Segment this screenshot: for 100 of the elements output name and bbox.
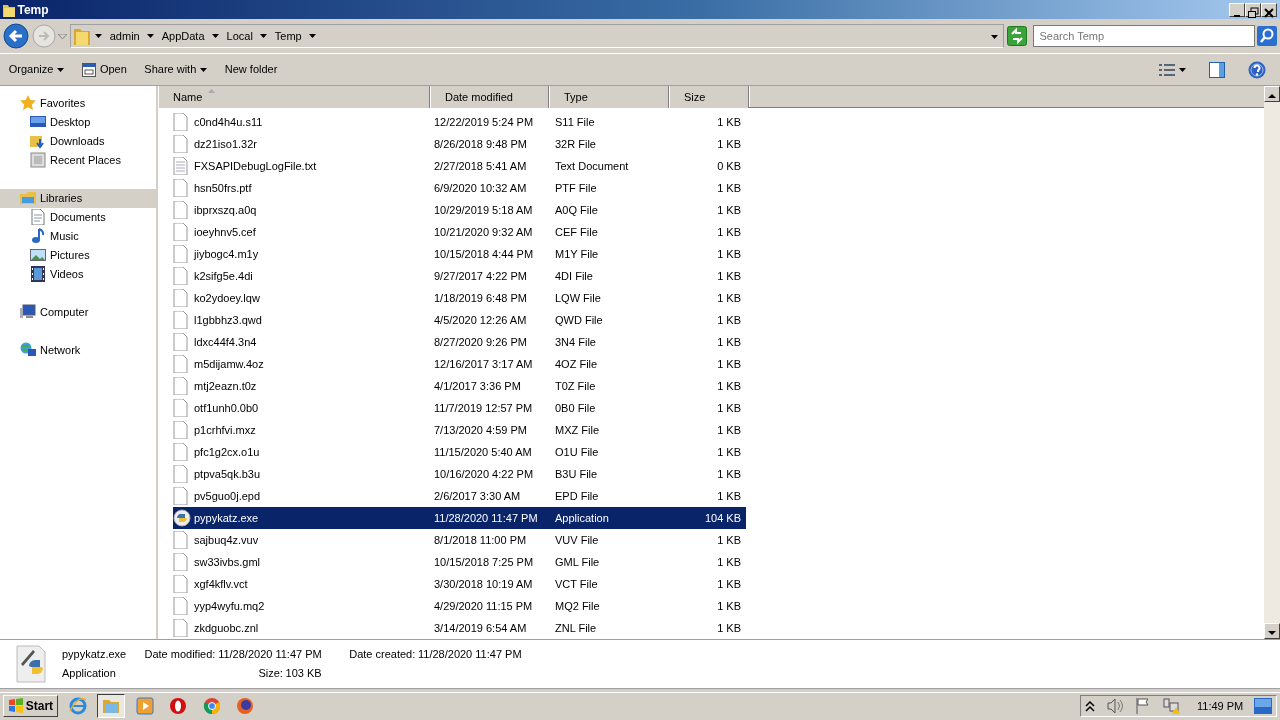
refresh-button[interactable] [1007, 26, 1027, 46]
show-desktop-button[interactable] [1254, 698, 1273, 715]
speaker-icon [1106, 697, 1125, 716]
file-row[interactable]: pypykatz.exe 11/28/2020 11:47 PM Application 104 KB [173, 506, 746, 529]
file-row[interactable]: otf1unh0.0b0 11/7/2019 12:57 PM 0B0 File 1 KB [173, 396, 746, 419]
back-button[interactable] [2, 23, 29, 49]
file-icon [173, 244, 191, 263]
file-row[interactable]: c0nd4h4u.s11 12/22/2019 5:24 PM S11 File 1 KB [173, 110, 746, 133]
toolbar-button[interactable]: New folder [218, 59, 284, 80]
file-icon [173, 200, 191, 219]
address-bar[interactable]: admin AppData Local Temp [70, 24, 1005, 48]
breadcrumb-item[interactable]: Temp [272, 27, 304, 45]
search-field[interactable]: Search Temp [1032, 25, 1255, 47]
field-label: Date modified: [144, 647, 216, 663]
restore-icon [1246, 6, 1261, 21]
file-row[interactable]: hsn50frs.ptf 6/9/2020 10:32 AM PTF File 1 KB [173, 176, 746, 199]
pane-icon [1208, 61, 1225, 78]
file-row[interactable]: pv5guo0j.epd 2/6/2017 3:30 AM EPD File 1 KB [173, 484, 746, 507]
tray-button[interactable] [1085, 700, 1096, 712]
file-row[interactable]: l1gbbhz3.qwd 4/5/2020 12:26 AM QWD File 1 KB [173, 308, 746, 331]
restore-button[interactable] [1245, 2, 1262, 17]
sidebar-item[interactable]: Recent Places [0, 151, 156, 170]
menu-button[interactable]: Share with [138, 59, 214, 80]
file-row[interactable]: sajbuq4z.vuv 8/1/2018 11:00 PM VUV File 1 KB [173, 528, 746, 551]
file-row[interactable]: ibprxszq.a0q 10/29/2019 5:18 AM A0Q File 1 KB [173, 198, 746, 221]
scroll-down-button[interactable] [1264, 623, 1280, 639]
minimize-button[interactable] [1229, 2, 1246, 17]
folder-icon [73, 27, 90, 45]
close-button[interactable] [1261, 2, 1278, 17]
scroll-up-button[interactable] [1264, 86, 1280, 102]
file-row[interactable]: sw33ivbs.gml 10/15/2018 7:25 PM GML File 1 KB [173, 550, 746, 573]
menu-button[interactable]: Organize [2, 59, 71, 80]
sidebar-item[interactable]: Libraries [0, 189, 156, 208]
sidebar-item[interactable]: Computer [0, 303, 156, 322]
breadcrumb-item[interactable]: admin [107, 27, 142, 45]
file-row[interactable]: xgf4kflv.vct 3/30/2018 10:19 AM VCT File 1 KB [173, 572, 746, 595]
file-name: hsn50frs.ptf [194, 180, 252, 196]
sidebar-item[interactable]: Desktop [0, 113, 156, 132]
table-cell-text: 1 KB [716, 180, 742, 196]
table-cell-text: MXZ File [554, 422, 600, 438]
file-row[interactable]: ptpva5qk.b3u 10/16/2020 4:22 PM B3U File 1 KB [173, 462, 746, 485]
file-row[interactable]: m5dijamw.4oz 12/16/2017 3:17 AM 4OZ File 1 KB [173, 352, 746, 375]
column-header[interactable]: Date modified [430, 86, 549, 108]
field-label: Date created: [349, 646, 416, 662]
table-cell-text: 1 KB [716, 444, 742, 460]
file-type: Application [62, 666, 117, 682]
file-row[interactable]: mtj2eazn.t0z 4/1/2017 3:36 PM T0Z File 1 KB [173, 374, 746, 397]
table-cell-text: LQW File [554, 290, 602, 306]
table-cell-text: A0Q File [554, 202, 599, 218]
chevron-up-icon [1085, 700, 1096, 712]
file-row[interactable]: jiybogc4.m1y 10/15/2018 4:44 PM M1Y File 1 KB [173, 242, 746, 265]
pictures-icon [30, 247, 46, 263]
computer-icon [20, 304, 36, 320]
file-name: c0nd4h4u.s11 [194, 114, 263, 130]
table-cell-text: 1 KB [716, 466, 742, 482]
table-cell-text: 9/27/2017 4:22 PM [433, 268, 528, 284]
column-header[interactable]: Type [549, 86, 669, 108]
caret-icon [1178, 67, 1186, 72]
sidebar-item[interactable]: Documents [0, 208, 156, 227]
sidebar-item[interactable]: Network [0, 341, 156, 360]
file-icon [173, 178, 191, 197]
sidebar-item[interactable]: Favorites [0, 94, 156, 113]
table-cell-text: 1 KB [716, 224, 742, 240]
search-button[interactable] [1257, 26, 1278, 46]
scrollbar[interactable] [1264, 86, 1280, 639]
file-row[interactable]: ko2ydoey.lqw 1/18/2019 6:48 PM LQW File 1 KB [173, 286, 746, 309]
taskbar-button[interactable] [97, 694, 126, 719]
star-icon [20, 95, 36, 111]
table-cell-text: 10/15/2018 4:44 PM [433, 246, 535, 262]
breadcrumb-item[interactable]: Local [224, 27, 255, 45]
field-value: 103 KB [285, 666, 322, 682]
table-cell-text: 1 KB [716, 532, 742, 548]
file-name: sajbuq4z.vuv [194, 532, 259, 548]
file-name: sw33ivbs.gml [194, 554, 261, 570]
sidebar-item[interactable]: Videos [0, 265, 156, 284]
toolbar-button[interactable]: Open [75, 59, 133, 80]
file-name: pv5guo0j.epd [194, 488, 261, 504]
sidebar-item[interactable]: Downloads [0, 132, 156, 151]
column-header[interactable]: Size [669, 86, 749, 108]
file-name: p1crhfvi.mxz [194, 422, 256, 438]
sidebar-item[interactable]: Music [0, 227, 156, 246]
sidebar-item[interactable]: Pictures [0, 246, 156, 265]
file-row[interactable]: FXSAPIDebugLogFile.txt 2/27/2018 5:41 AM Text Document 0 KB [173, 154, 746, 177]
folder-download-icon [30, 133, 46, 149]
file-row[interactable]: yyp4wyfu.mq2 4/29/2020 11:15 PM MQ2 File 1 KB [173, 594, 746, 617]
file-row[interactable]: k2sifg5e.4di 9/27/2017 4:22 PM 4DI File 1 KB [173, 264, 746, 287]
file-row[interactable]: dz21iso1.32r 8/26/2018 9:48 PM 32R File 1 KB [173, 132, 746, 155]
file-row[interactable]: zkdguobc.znl 3/14/2019 6:54 AM ZNL File 1 KB [173, 616, 746, 639]
file-row[interactable]: pfc1g2cx.o1u 11/15/2020 5:40 AM O1U File 1 KB [173, 440, 746, 463]
table-cell-text: 10/29/2019 5:18 AM [433, 202, 534, 218]
file-row[interactable]: ioeyhnv5.cef 10/21/2020 9:32 AM CEF File 1 KB [173, 220, 746, 243]
table-cell-text: 3/14/2019 6:54 AM [433, 620, 528, 636]
file-row[interactable]: p1crhfvi.mxz 7/13/2020 4:59 PM MXZ File 1 KB [173, 418, 746, 441]
file-name: ko2ydoey.lqw [194, 290, 260, 306]
column-header[interactable]: Name [158, 86, 430, 108]
file-row[interactable]: ldxc44f4.3n4 8/27/2020 9:26 PM 3N4 File 1 KB [173, 330, 746, 353]
file-icon [173, 310, 191, 329]
start-button[interactable]: Start [2, 695, 59, 718]
file-icon [173, 332, 191, 351]
breadcrumb-item[interactable]: AppData [159, 27, 207, 45]
